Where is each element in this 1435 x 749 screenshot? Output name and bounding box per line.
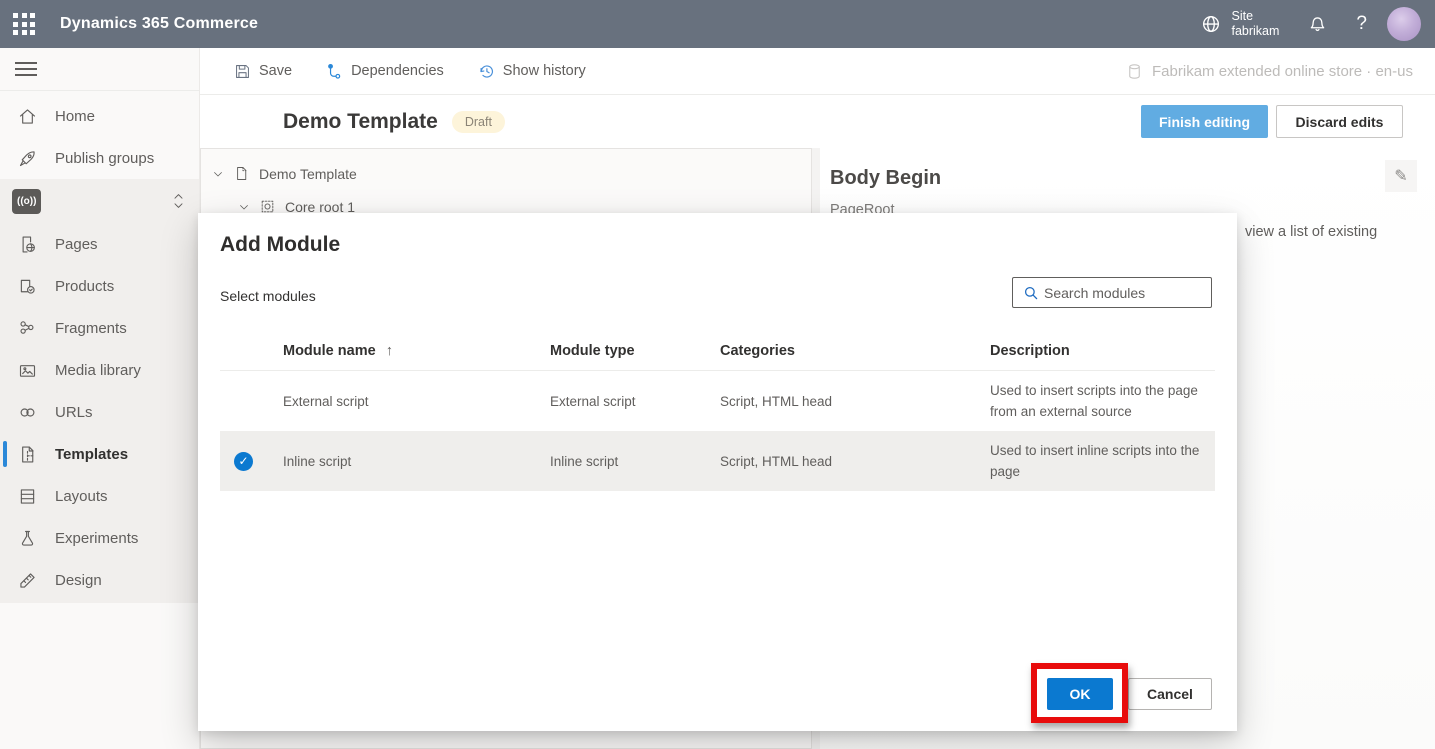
app-launcher-waffle-icon[interactable] <box>0 0 48 48</box>
document-icon <box>233 165 250 182</box>
finish-editing-button[interactable]: Finish editing <box>1141 105 1268 138</box>
sidebar-item-design[interactable]: Design <box>0 559 199 601</box>
cancel-button[interactable]: Cancel <box>1128 678 1212 710</box>
tree-node-root[interactable]: Demo Template <box>201 157 811 190</box>
left-nav-sidebar: Home Publish groups ((o)) Pages <box>0 48 200 749</box>
sidebar-item-label: Pages <box>55 236 98 253</box>
inspector-title: Body Begin <box>830 167 941 190</box>
top-app-bar: Dynamics 365 Commerce Site fabrikam ? <box>0 0 1435 48</box>
page-title: Demo Template <box>283 110 438 134</box>
sidebar-item-label: Products <box>55 278 114 295</box>
add-module-dialog: Add Module Select modules Module name ↑ … <box>198 213 1237 731</box>
search-icon <box>1022 284 1040 302</box>
user-avatar[interactable] <box>1387 7 1421 41</box>
search-modules-input[interactable] <box>1044 285 1194 301</box>
search-modules-box[interactable] <box>1012 277 1212 308</box>
sidebar-item-experiments[interactable]: Experiments <box>0 517 199 559</box>
dependencies-icon <box>325 62 344 81</box>
site-nav-group: ((o)) Pages Products Fragments <box>0 179 199 603</box>
database-icon <box>1125 62 1144 81</box>
modules-table: Module name ↑ Module type Categories Des… <box>220 331 1215 491</box>
chevron-down-icon[interactable] <box>211 167 225 181</box>
site-name: fabrikam <box>1231 24 1279 39</box>
edit-pencil-button[interactable]: ✎ <box>1385 160 1417 192</box>
home-icon <box>15 104 39 128</box>
sidebar-item-publish-groups[interactable]: Publish groups <box>0 137 199 179</box>
pencil-icon: ✎ <box>1394 166 1407 186</box>
products-icon <box>15 274 39 298</box>
sort-ascending-icon: ↑ <box>386 343 393 359</box>
templates-icon <box>15 442 39 466</box>
save-icon <box>233 62 252 81</box>
chevron-down-icon[interactable] <box>237 200 251 214</box>
sidebar-item-fragments[interactable]: Fragments <box>0 307 199 349</box>
sidebar-item-media-library[interactable]: Media library <box>0 349 199 391</box>
site-switcher[interactable]: Site fabrikam <box>1186 0 1293 48</box>
bell-icon <box>1307 14 1328 35</box>
dependencies-button[interactable]: Dependencies <box>325 62 444 81</box>
dialog-title: Add Module <box>220 233 340 257</box>
col-categories[interactable]: Categories <box>720 343 990 359</box>
flask-icon <box>15 526 39 550</box>
site-label: Site <box>1231 9 1279 24</box>
question-icon: ? <box>1356 13 1367 35</box>
sidebar-item-label: Fragments <box>55 320 127 337</box>
save-button[interactable]: Save <box>233 62 292 81</box>
sidebar-item-label: URLs <box>55 404 93 421</box>
table-row-external-script[interactable]: External script External script Script, … <box>220 371 1215 431</box>
pages-icon <box>15 232 39 256</box>
help-button[interactable]: ? <box>1342 0 1381 48</box>
col-module-name[interactable]: Module name ↑ <box>283 343 550 359</box>
globe-icon <box>1200 13 1222 35</box>
hamburger-icon <box>15 58 37 80</box>
sidebar-item-label: Design <box>55 572 102 589</box>
nav-collapse-button[interactable] <box>0 48 199 91</box>
notifications-button[interactable] <box>1293 0 1342 48</box>
status-badge: Draft <box>452 111 505 133</box>
show-history-button[interactable]: Show history <box>477 62 586 81</box>
sidebar-item-label: Templates <box>55 446 128 463</box>
row-checkbox[interactable]: ✓ <box>220 452 283 471</box>
discard-edits-button[interactable]: Discard edits <box>1276 105 1403 138</box>
sidebar-item-templates[interactable]: Templates <box>0 433 199 475</box>
sidebar-item-products[interactable]: Products <box>0 265 199 307</box>
selected-check-icon: ✓ <box>234 452 253 471</box>
inspector-hint-partial: view a list of existing <box>1245 224 1425 240</box>
ok-button[interactable]: OK <box>1047 678 1113 710</box>
app-title: Dynamics 365 Commerce <box>60 15 258 33</box>
col-description[interactable]: Description <box>990 343 1215 359</box>
sidebar-item-label: Publish groups <box>55 150 154 167</box>
sidebar-item-label: Layouts <box>55 488 108 505</box>
history-clock-icon <box>477 62 496 81</box>
sidebar-item-label: Home <box>55 108 95 125</box>
sidebar-item-urls[interactable]: URLs <box>0 391 199 433</box>
rocket-icon <box>15 146 39 170</box>
sidebar-item-pages[interactable]: Pages <box>0 223 199 265</box>
group-collapse-button[interactable] <box>170 190 187 212</box>
command-toolbar: Save Dependencies Show history Fabrikam … <box>200 48 1435 95</box>
sidebar-item-label: Media library <box>55 362 141 379</box>
sidebar-item-label: Experiments <box>55 530 138 547</box>
media-library-icon <box>15 358 39 382</box>
table-row-inline-script[interactable]: ✓ Inline script Inline script Script, HT… <box>220 431 1215 491</box>
select-modules-label: Select modules <box>220 288 316 304</box>
col-module-type[interactable]: Module type <box>550 343 720 359</box>
design-ruler-icon <box>15 568 39 592</box>
table-header-row: Module name ↑ Module type Categories Des… <box>220 331 1215 371</box>
page-header: Demo Template Draft Finish editing Disca… <box>200 95 1435 148</box>
environment-label: Fabrikam extended online store · en-us <box>1125 62 1413 81</box>
layouts-icon <box>15 484 39 508</box>
sidebar-item-layouts[interactable]: Layouts <box>0 475 199 517</box>
site-badge-icon: ((o)) <box>12 189 41 214</box>
fragments-icon <box>15 316 39 340</box>
link-icon <box>15 400 39 424</box>
sidebar-item-home[interactable]: Home <box>0 95 199 137</box>
